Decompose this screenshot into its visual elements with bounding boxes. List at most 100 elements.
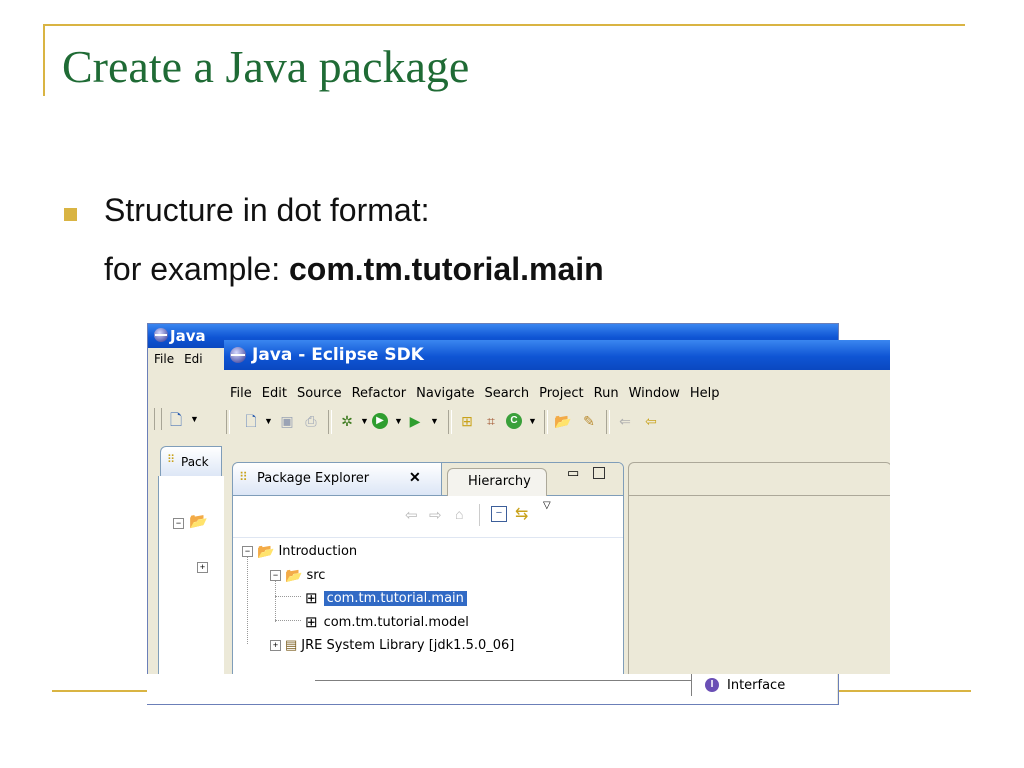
- back-package-explorer-icon: ⠿: [167, 454, 176, 466]
- package-explorer-icon: ⠿: [239, 470, 248, 484]
- tree-label-project: Introduction: [278, 543, 358, 559]
- view-menu-icon[interactable]: ▽: [543, 500, 551, 511]
- bullet-square-icon: [64, 208, 77, 221]
- left-border-line: [43, 24, 45, 96]
- toolbar-separator: [544, 410, 548, 434]
- open-type-icon[interactable]: 📂: [554, 412, 572, 430]
- tree-line: [247, 552, 248, 644]
- forward-arrow-icon[interactable]: ⇨: [429, 506, 442, 524]
- new-wizard-icon[interactable]: 🗋: [242, 412, 260, 430]
- save-icon[interactable]: ▣: [278, 412, 296, 430]
- back-menu-file[interactable]: File: [148, 348, 178, 366]
- collapse-all-icon[interactable]: −: [491, 506, 507, 522]
- interface-icon: I: [705, 678, 719, 692]
- tab-package-explorer[interactable]: ⠿ Package Explorer ✕: [233, 463, 442, 495]
- menu-file[interactable]: File: [224, 382, 256, 401]
- toolbar-separator: [226, 410, 230, 434]
- tree-row-library[interactable]: + ▤ JRE System Library [jdk1.5.0_06]: [270, 634, 514, 656]
- menu-project[interactable]: Project: [533, 382, 587, 401]
- close-icon[interactable]: ✕: [409, 469, 421, 486]
- package-icon: ⊞: [305, 590, 318, 607]
- back-toolbar-grip: [154, 408, 162, 430]
- back-new-wizard-icon[interactable]: 🗋: [170, 410, 182, 435]
- back-tree-expander2-icon[interactable]: +: [197, 562, 208, 573]
- tree-row-package-model[interactable]: ⊞ com.tm.tutorial.model: [305, 611, 469, 633]
- back-tree-expander-icon[interactable]: −: [173, 518, 184, 529]
- tree-row-package-main[interactable]: ⊞ com.tm.tutorial.main: [305, 587, 467, 609]
- back-menu-edit[interactable]: Edi: [178, 348, 207, 366]
- toolbar-separator: [448, 410, 452, 434]
- back-arrow-icon[interactable]: ⇦: [642, 412, 660, 430]
- interface-label[interactable]: Interface: [727, 678, 785, 693]
- view-tabstrip: ⠿ Package Explorer ✕ Hierarchy ▭: [233, 463, 623, 496]
- new-class-icon[interactable]: C: [506, 413, 522, 429]
- tree-row-project[interactable]: − 📂 Introduction: [242, 540, 357, 562]
- source-folder-icon: 📂: [285, 566, 303, 583]
- back-window-title: Java: [170, 327, 206, 345]
- debug-icon[interactable]: ✲: [338, 412, 356, 430]
- run-icon[interactable]: ▶: [372, 413, 388, 429]
- window-titlebar: Java - Eclipse SDK: [224, 340, 890, 370]
- tab-package-explorer-label: Package Explorer: [257, 471, 370, 486]
- new-dropdown-arrow-icon[interactable]: ▼: [264, 416, 273, 426]
- top-border-line: [43, 24, 965, 26]
- peek-divider: [691, 674, 692, 696]
- menu-window[interactable]: Window: [623, 382, 684, 401]
- back-dropdown-arrow-icon[interactable]: ▼: [190, 414, 199, 424]
- menu-edit[interactable]: Edit: [256, 382, 291, 401]
- tree-label-package-main: com.tm.tutorial.main: [323, 590, 467, 606]
- new-package-icon[interactable]: ⌗: [482, 412, 500, 430]
- peek-field-line: [315, 674, 691, 681]
- menu-search[interactable]: Search: [478, 382, 533, 401]
- tree-row-src[interactable]: − 📂 src: [270, 564, 325, 586]
- tree-expander-icon[interactable]: −: [242, 545, 253, 557]
- tab-hierarchy[interactable]: Hierarchy: [447, 468, 547, 496]
- menu-refactor[interactable]: Refactor: [346, 382, 411, 401]
- eclipse-logo-icon: [154, 328, 168, 342]
- main-toolbar: 🗋 ▼ ▣ ⎙ ✲ ▼ ▶ ▼ ▶ ▼ ⊞ ⌗ C ▼ 📂 ✎ ⇐ ⇦: [224, 400, 890, 444]
- tree-label-library: JRE System Library [jdk1.5.0_06]: [301, 637, 515, 653]
- tree-expander-icon[interactable]: +: [270, 639, 281, 651]
- editor-tabstrip: [629, 463, 890, 496]
- window-title: Java - Eclipse SDK: [252, 345, 424, 365]
- search-icon[interactable]: ✎: [580, 412, 598, 430]
- package-icon: ⊞: [305, 614, 318, 631]
- menu-help[interactable]: Help: [684, 382, 724, 401]
- java-project-icon: 📂: [257, 542, 275, 559]
- menu-navigate[interactable]: Navigate: [410, 382, 478, 401]
- tree-line: [275, 596, 301, 597]
- eclipse-logo-icon: [230, 347, 246, 363]
- dialog-peek-strip: I Interface: [147, 674, 837, 704]
- back-tree-pane: − 📂 +: [158, 476, 227, 704]
- toolbar-separator: [328, 410, 332, 434]
- back-arrow-icon[interactable]: ⇦: [405, 506, 418, 524]
- external-tools-icon[interactable]: ▶: [406, 412, 424, 430]
- library-icon: ▤: [285, 637, 298, 652]
- tree-label-src: src: [306, 567, 326, 583]
- menu-run[interactable]: Run: [588, 382, 623, 401]
- example-line: for example: com.tm.tutorial.main: [104, 251, 604, 288]
- new-java-project-icon[interactable]: ⊞: [458, 412, 476, 430]
- back-project-folder-icon: 📂: [189, 513, 208, 530]
- example-prefix: for example:: [104, 251, 289, 287]
- run-dropdown-arrow-icon[interactable]: ▼: [394, 416, 403, 426]
- up-folder-icon[interactable]: ⌂: [455, 506, 463, 522]
- last-edit-icon[interactable]: ⇐: [616, 412, 634, 430]
- view-toolbar: ⇦ ⇨ ⌂ − ⇆ ▽: [233, 496, 623, 536]
- maximize-icon[interactable]: [593, 467, 605, 479]
- debug-dropdown-arrow-icon[interactable]: ▼: [360, 416, 369, 426]
- tree-line: [275, 620, 301, 621]
- editor-area: [628, 462, 890, 674]
- tree-expander-icon[interactable]: −: [270, 569, 281, 581]
- menu-source[interactable]: Source: [291, 382, 346, 401]
- new-class-dropdown-arrow-icon[interactable]: ▼: [528, 416, 537, 426]
- bullet-text: Structure in dot format:: [104, 192, 430, 228]
- tree-label-package-model: com.tm.tutorial.model: [323, 614, 469, 630]
- print-icon[interactable]: ⎙: [302, 412, 320, 430]
- back-tab-package-explorer[interactable]: ⠿ Pack: [160, 446, 222, 477]
- link-with-editor-icon[interactable]: ⇆: [515, 504, 528, 524]
- external-dropdown-arrow-icon[interactable]: ▼: [430, 416, 439, 426]
- bottom-right-line: [835, 690, 971, 692]
- minimize-icon[interactable]: ▭: [567, 465, 579, 481]
- example-value: com.tm.tutorial.main: [288, 251, 604, 287]
